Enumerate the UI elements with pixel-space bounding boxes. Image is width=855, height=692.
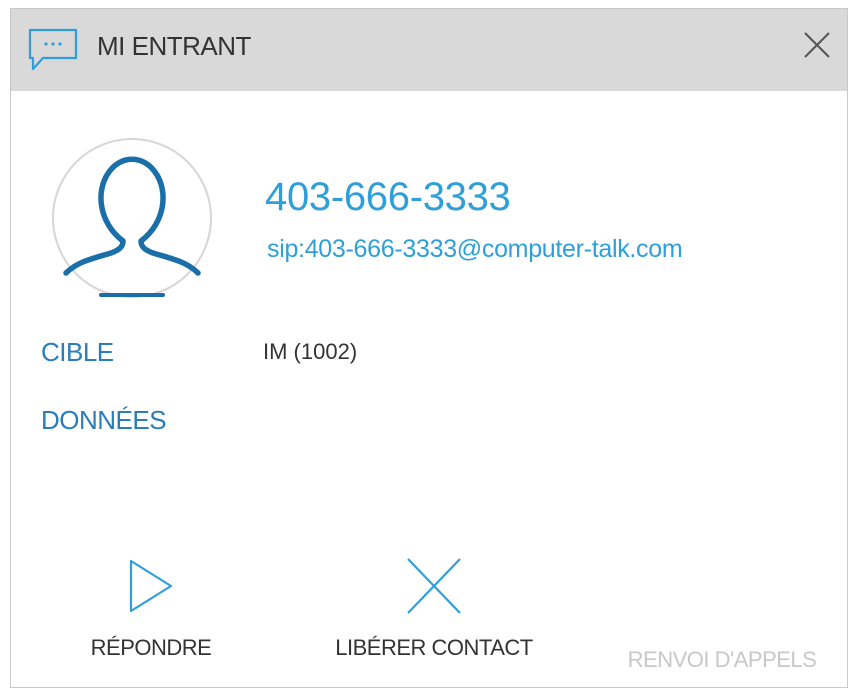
release-contact-label: LIBÉRER CONTACT xyxy=(335,635,533,660)
target-value: IM (1002) xyxy=(263,339,358,364)
title-bar: MI ENTRANT xyxy=(11,9,847,91)
close-icon[interactable] xyxy=(801,29,833,61)
user-avatar-icon xyxy=(52,138,212,298)
release-contact-button[interactable]: LIBÉRER CONTACT xyxy=(319,557,549,661)
call-forward-label: RENVOI D'APPELS xyxy=(627,647,817,672)
chat-bubble-icon xyxy=(28,28,78,71)
window-title: MI ENTRANT xyxy=(97,31,251,61)
close-icon xyxy=(407,558,461,614)
contact-phone: 403-666-3333 xyxy=(265,175,511,219)
answer-label: RÉPONDRE xyxy=(90,635,212,660)
incoming-im-window: MI ENTRANT 403-666-3333 sip:403-666-3333… xyxy=(10,8,848,688)
answer-button[interactable]: RÉPONDRE xyxy=(81,557,221,661)
contact-sip-address: sip:403-666-3333@computer-talk.com xyxy=(267,235,683,263)
data-label[interactable]: DONNÉES xyxy=(41,405,167,436)
play-icon xyxy=(129,559,173,613)
call-forward-button[interactable]: RENVOI D'APPELS xyxy=(607,647,837,673)
target-label: CIBLE xyxy=(41,337,114,367)
